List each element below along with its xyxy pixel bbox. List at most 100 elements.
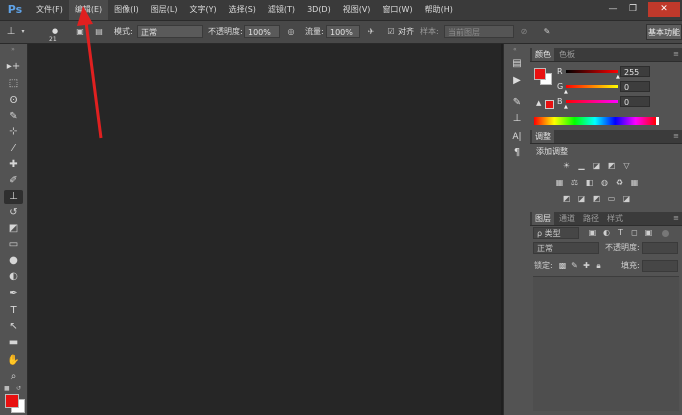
type-tool[interactable]: T xyxy=(4,304,23,318)
gamut-color-chip[interactable] xyxy=(545,100,554,109)
menu-select[interactable]: 选择(S) xyxy=(223,0,262,20)
ignore-adjustment-icon[interactable]: ⊘ xyxy=(518,25,530,38)
color-spectrum-ramp[interactable] xyxy=(534,117,656,125)
menu-edit[interactable]: 编辑(E) xyxy=(68,0,109,20)
pen-tool[interactable]: ✒ xyxy=(4,287,23,301)
menu-view[interactable]: 视图(V) xyxy=(337,0,377,20)
minimize-button[interactable]: — xyxy=(604,2,622,17)
filter-toggle[interactable] xyxy=(662,230,669,237)
filter-smart-object-icon[interactable]: ▣ xyxy=(644,228,653,237)
blur-tool[interactable]: ● xyxy=(4,254,23,268)
layers-list[interactable] xyxy=(533,276,679,411)
channel-b-slider[interactable] xyxy=(566,100,618,103)
brush-panel-icon[interactable]: ✎ xyxy=(510,96,524,110)
airbrush-icon[interactable]: ✈ xyxy=(365,25,377,38)
panel-menu-icon[interactable]: ≡ xyxy=(673,212,679,225)
eraser-tool[interactable]: ◩ xyxy=(4,222,23,236)
foreground-color-swatch[interactable] xyxy=(5,394,19,408)
channel-mixer-icon[interactable]: ♻ xyxy=(615,178,624,187)
fill-input[interactable] xyxy=(642,260,678,272)
black-white-icon[interactable]: ◧ xyxy=(585,178,594,187)
layer-opacity-input[interactable] xyxy=(642,242,678,254)
photo-filter-icon[interactable]: ◍ xyxy=(600,178,609,187)
menu-3d[interactable]: 3D(D) xyxy=(301,0,337,20)
tab-color[interactable]: 颜色 xyxy=(532,48,554,61)
paragraph-panel-icon[interactable]: ¶ xyxy=(510,146,524,160)
character-panel-icon[interactable]: A| xyxy=(510,130,524,144)
brush-panel-icon[interactable]: ▤ xyxy=(93,25,105,38)
lock-pixels-icon[interactable]: ✎ xyxy=(570,261,579,270)
tab-channels[interactable]: 通道 xyxy=(556,212,578,225)
opacity-input[interactable]: 100% xyxy=(244,25,280,38)
menu-file[interactable]: 文件(F) xyxy=(30,0,69,20)
collapse-icon[interactable]: « xyxy=(513,46,517,53)
default-colors-icon[interactable]: ■ xyxy=(4,385,10,392)
collapse-icon[interactable]: » xyxy=(8,46,18,53)
workspace-switcher[interactable]: 基本功能 xyxy=(646,24,682,40)
filter-type-icon[interactable]: T xyxy=(616,228,625,237)
menu-layer[interactable]: 图层(L) xyxy=(145,0,184,20)
brightness-icon[interactable]: ☀ xyxy=(562,161,571,170)
document-canvas-area[interactable] xyxy=(28,44,501,415)
selective-color-icon[interactable]: ◪ xyxy=(622,194,631,203)
mode-select[interactable]: 正常 xyxy=(137,25,203,38)
white-ramp-chip[interactable] xyxy=(656,117,659,125)
dodge-tool[interactable]: ◐ xyxy=(4,270,23,284)
crop-tool[interactable]: ⊹ xyxy=(4,125,23,139)
posterize-icon[interactable]: ◪ xyxy=(577,194,586,203)
close-button[interactable]: ✕ xyxy=(648,2,680,17)
aligned-checkbox[interactable]: ☑ xyxy=(386,25,396,38)
move-tool[interactable]: ▸+ xyxy=(4,60,23,74)
menu-filter[interactable]: 滤镜(T) xyxy=(262,0,301,20)
history-panel-icon[interactable]: ▤ xyxy=(510,57,524,71)
restore-button[interactable]: ❐ xyxy=(624,2,642,17)
gradient-tool[interactable]: ▭ xyxy=(4,238,23,252)
vibrance-icon[interactable]: ▽ xyxy=(622,161,631,170)
lock-all-icon[interactable]: 🔒︎ xyxy=(594,261,603,270)
gradient-map-icon[interactable]: ▭ xyxy=(607,194,616,203)
lock-transparency-icon[interactable]: ▩ xyxy=(558,261,567,270)
swap-colors-icon[interactable]: ↺ xyxy=(16,385,21,392)
channel-b-value[interactable]: 0 xyxy=(620,96,650,107)
lock-position-icon[interactable]: ✚ xyxy=(582,261,591,270)
filter-pixel-icon[interactable]: ▣ xyxy=(588,228,597,237)
panel-menu-icon[interactable]: ≡ xyxy=(673,130,679,143)
hue-saturation-icon[interactable]: ▦ xyxy=(555,178,564,187)
menu-window[interactable]: 窗口(W) xyxy=(376,0,418,20)
clone-source-panel-icon[interactable]: ▣ xyxy=(74,25,86,38)
tab-paths[interactable]: 路径 xyxy=(580,212,602,225)
panel-menu-icon[interactable]: ≡ xyxy=(673,48,679,61)
shape-tool[interactable]: ▬ xyxy=(4,336,23,350)
menu-help[interactable]: 帮助(H) xyxy=(419,0,459,20)
exposure-icon[interactable]: ◩ xyxy=(607,161,616,170)
zoom-tool[interactable]: ⌕ xyxy=(4,370,23,384)
levels-icon[interactable]: ▁ xyxy=(577,161,586,170)
channel-g-value[interactable]: 0 xyxy=(620,81,650,92)
blend-mode-select[interactable]: 正常 xyxy=(533,242,599,254)
color-lookup-icon[interactable]: ▦ xyxy=(630,178,639,187)
threshold-icon[interactable]: ◩ xyxy=(592,194,601,203)
flow-input[interactable]: 100% xyxy=(326,25,360,38)
filter-shape-icon[interactable]: ◻ xyxy=(630,228,639,237)
history-brush-tool[interactable]: ↺ xyxy=(4,206,23,220)
hand-tool[interactable]: ✋ xyxy=(4,354,23,368)
menu-image[interactable]: 图像(I) xyxy=(108,0,145,20)
path-select-tool[interactable]: ↖ xyxy=(4,320,23,334)
channel-r-value[interactable]: 255 xyxy=(620,66,650,77)
tab-styles[interactable]: 样式 xyxy=(604,212,626,225)
lasso-tool[interactable]: ʘ xyxy=(4,94,23,108)
slider-handle-icon[interactable]: ▲ xyxy=(564,104,568,110)
pressure-opacity-icon[interactable]: ◎ xyxy=(285,25,297,38)
clone-stamp-preset-icon[interactable]: ⊥ xyxy=(4,25,18,38)
tab-adjustments[interactable]: 调整 xyxy=(532,130,554,143)
tab-swatches[interactable]: 色板 xyxy=(556,48,578,61)
menu-type[interactable]: 文字(Y) xyxy=(183,0,222,20)
clone-stamp-tool[interactable]: ⊥ xyxy=(4,190,23,204)
layer-filter-select[interactable]: ρ 类型 xyxy=(533,227,579,239)
channel-r-slider[interactable] xyxy=(566,70,618,73)
quick-select-tool[interactable]: ✎ xyxy=(4,110,23,124)
brush-tool[interactable]: ✐ xyxy=(4,174,23,188)
filter-adjustment-icon[interactable]: ◐ xyxy=(602,228,611,237)
color-balance-icon[interactable]: ⚖ xyxy=(570,178,579,187)
actions-panel-icon[interactable]: ▶ xyxy=(510,74,524,88)
